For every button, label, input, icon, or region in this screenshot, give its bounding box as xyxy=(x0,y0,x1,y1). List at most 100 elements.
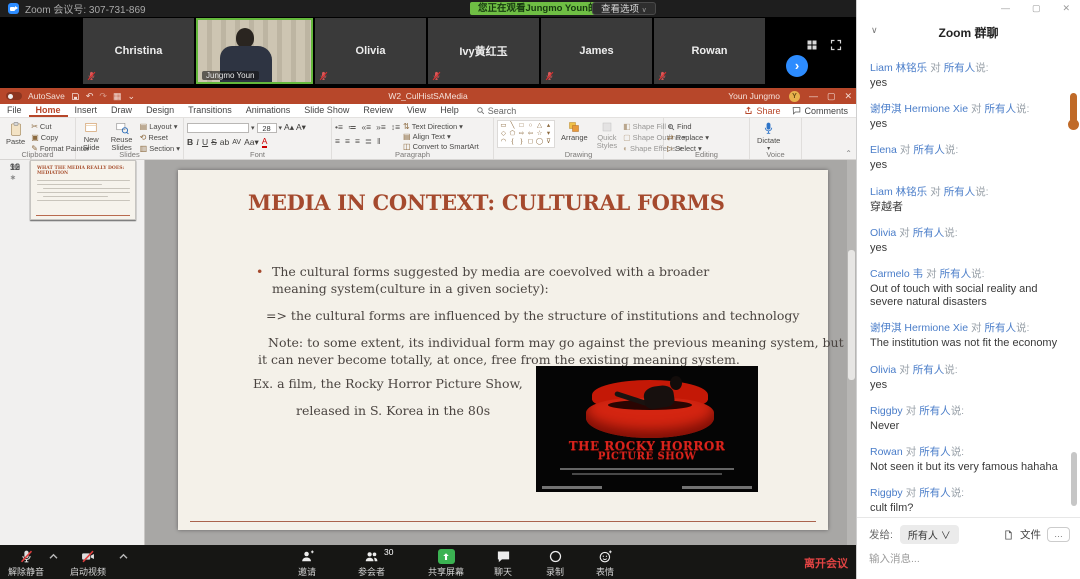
fullscreen-icon[interactable] xyxy=(830,39,842,51)
chat-message: Carmelo 韦对所有人说: Out of touch with social… xyxy=(870,266,1068,309)
account-name[interactable]: Youn Jungmo xyxy=(728,91,780,101)
reset-button[interactable]: ⟲Reset xyxy=(140,133,180,142)
participant-tile[interactable]: Rowan xyxy=(654,18,765,84)
reuse-slides-button[interactable]: Reuse Slides xyxy=(106,120,136,154)
reuse-slides-icon xyxy=(115,121,129,135)
justify-button[interactable]: ≣ xyxy=(365,136,372,147)
line-spacing-button[interactable]: ↕≡ xyxy=(391,122,400,133)
layout-button[interactable]: ▤Layout ▾ xyxy=(140,122,180,131)
chat-message-list[interactable]: Liam 林铭乐对所有人说: yes 谢伊淇 Hermione Xie对所有人说… xyxy=(857,52,1072,517)
invite-button[interactable]: 邀请 xyxy=(298,549,316,578)
text-shadow-button[interactable]: ab xyxy=(220,137,229,147)
participant-tile[interactable]: Christina xyxy=(83,18,194,84)
participants-button[interactable]: 参会者 30 xyxy=(358,549,385,578)
send-to-dropdown[interactable]: 所有人 ∨ xyxy=(900,525,959,544)
ppt-menu-tab[interactable]: File xyxy=(0,104,29,117)
gallery-view-icon[interactable] xyxy=(806,39,818,51)
chat-scrollbar-indicator[interactable] xyxy=(1070,93,1077,123)
quick-styles-icon xyxy=(601,121,613,133)
ppt-menu-tab[interactable]: Help xyxy=(433,104,466,117)
align-text-button[interactable]: ▤Align Text ▾ xyxy=(403,132,479,141)
ppt-menu-tab[interactable]: Insert xyxy=(68,104,105,117)
mic-options-chevron[interactable] xyxy=(48,553,59,560)
find-button[interactable]: Find xyxy=(667,122,709,131)
ppt-menu-tab[interactable]: Review xyxy=(356,104,400,117)
account-avatar[interactable]: Y xyxy=(789,91,800,102)
chat-minimize-button[interactable]: — xyxy=(1001,3,1010,14)
slides-group: New Slide Reuse Slides ▤Layout ▾ ⟲Reset … xyxy=(76,118,184,159)
participant-tile[interactable]: James xyxy=(541,18,652,84)
slide-thumbnail-panel: 9 ✶ MEDIA IN CONTEXT: 2) INSTITUTION xyxy=(0,160,145,545)
shapes-gallery[interactable]: ▭╲□○△▴ ◇⬠⇨⇦☆▾ ◠{}◻◯⊽ xyxy=(497,120,555,148)
leave-meeting-button[interactable]: 离开会议 xyxy=(804,555,848,571)
share-button[interactable]: Share xyxy=(744,106,780,116)
chat-maximize-button[interactable]: ▢ xyxy=(1032,3,1041,14)
record-button[interactable]: 录制 xyxy=(546,549,564,578)
char-spacing-button[interactable]: AV xyxy=(232,139,241,146)
unmute-button[interactable]: 解除静音 xyxy=(8,549,44,578)
ppt-menu-tab[interactable]: Transitions xyxy=(181,104,239,117)
bold-button[interactable]: B xyxy=(187,137,193,147)
bullets-button[interactable]: •≡ xyxy=(335,122,343,133)
chat-message: Liam 林铭乐对所有人说: 穿越者 xyxy=(870,184,1068,214)
muted-mic-icon xyxy=(657,70,668,82)
participant-tile[interactable]: Ivy黄红玉 xyxy=(428,18,539,84)
increase-indent-button[interactable]: »≡ xyxy=(376,122,386,133)
view-options-button[interactable]: 查看选项 ∨ xyxy=(592,2,656,15)
new-slide-button[interactable]: New Slide xyxy=(79,120,103,154)
ppt-menu-tab[interactable]: View xyxy=(400,104,433,117)
align-center-button[interactable]: ≡ xyxy=(345,136,350,147)
participant-tile[interactable]: Jungmo Youn xyxy=(196,18,313,84)
ribbon-search[interactable]: Search xyxy=(476,106,517,116)
window-close-button[interactable]: ✕ xyxy=(844,91,852,102)
ppt-menu-tab[interactable]: Home xyxy=(29,104,68,117)
quick-styles-button[interactable]: Quick Styles xyxy=(594,120,620,152)
camera-off-icon xyxy=(80,549,96,564)
ppt-menu-tab[interactable]: Animations xyxy=(239,104,298,117)
chat-button[interactable]: 聊天 xyxy=(494,549,512,578)
italic-button[interactable]: I xyxy=(196,137,199,147)
replace-button[interactable]: ⇄Replace ▾ xyxy=(667,133,709,142)
window-restore-button[interactable]: ▢ xyxy=(827,91,836,102)
dictate-button[interactable]: Dictate▾ xyxy=(753,120,784,153)
underline-button[interactable]: U xyxy=(202,137,208,147)
font-size-input[interactable]: 28 xyxy=(257,123,277,133)
font-name-input[interactable] xyxy=(187,123,249,133)
slide-thumbnail-card[interactable]: WHAT THE MEDIA REALLY DOES: MEDIATION xyxy=(30,160,136,220)
chat-audience: 所有人 xyxy=(919,446,951,458)
next-participants-button[interactable]: › xyxy=(786,55,808,77)
start-video-button[interactable]: 启动视频 xyxy=(70,549,106,578)
strikethrough-button[interactable]: S xyxy=(211,137,217,147)
font-color-button[interactable]: A xyxy=(262,136,268,148)
window-minimize-button[interactable]: — xyxy=(809,91,818,101)
chat-audience: 所有人 xyxy=(919,405,951,417)
numbering-button[interactable]: ≔ xyxy=(348,122,357,133)
rocky-horror-poster-image: THE ROCKY HORROR PICTURE SHOW xyxy=(536,366,758,492)
grow-font-button[interactable]: A▴ xyxy=(284,122,294,133)
arrange-button[interactable]: Arrange xyxy=(558,120,591,143)
collapse-ribbon-icon[interactable]: ⌃ xyxy=(845,149,852,158)
paste-button[interactable]: Paste xyxy=(3,120,28,147)
change-case-button[interactable]: Aa▾ xyxy=(244,137,259,148)
send-file-button[interactable]: 文件 xyxy=(1020,527,1041,542)
ppt-menu-tab[interactable]: Design xyxy=(139,104,181,117)
chat-more-button[interactable]: … xyxy=(1047,527,1070,542)
ppt-menu-tab[interactable]: Slide Show xyxy=(297,104,356,117)
slide-scrollbar[interactable] xyxy=(847,160,856,545)
participant-tile[interactable]: Olivia xyxy=(315,18,426,84)
columns-button[interactable]: ‖ xyxy=(377,136,381,147)
chat-message-input[interactable] xyxy=(869,553,1070,565)
shrink-font-button[interactable]: A▾ xyxy=(296,122,306,133)
ppt-menu-tab[interactable]: Draw xyxy=(104,104,139,117)
chat-audience: 所有人 xyxy=(985,103,1017,115)
video-options-chevron[interactable] xyxy=(118,553,129,560)
share-screen-button[interactable]: 共享屏幕 xyxy=(428,549,464,578)
align-left-button[interactable]: ≡ xyxy=(335,136,340,147)
decrease-indent-button[interactable]: «≡ xyxy=(361,122,371,133)
chat-scrollbar-thumb[interactable] xyxy=(1071,452,1077,506)
chat-close-button[interactable]: ✕ xyxy=(1062,3,1070,14)
text-direction-button[interactable]: ⇅Text Direction ▾ xyxy=(403,122,479,131)
align-right-button[interactable]: ≡ xyxy=(355,136,360,147)
reactions-button[interactable]: 表情 xyxy=(596,549,614,578)
comments-button[interactable]: Comments xyxy=(792,106,848,116)
